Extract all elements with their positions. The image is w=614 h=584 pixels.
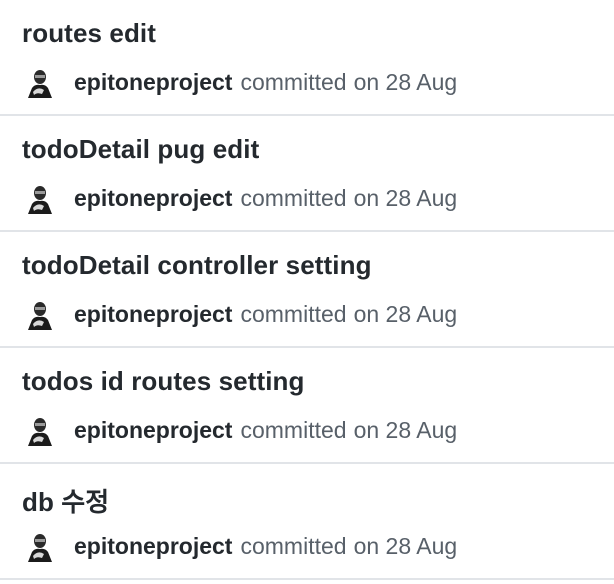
committed-label: committed (240, 68, 347, 95)
user-avatar-icon[interactable] (24, 414, 56, 446)
commit-date: on 28 Aug (353, 300, 458, 327)
commit-author-link[interactable]: epitoneproject (74, 301, 232, 328)
commit-date: on 28 Aug (353, 68, 458, 95)
commit-author-link[interactable]: epitoneproject (74, 533, 232, 560)
commit-author-link[interactable]: epitoneproject (74, 69, 232, 96)
commit-meta: epitoneproject committed on 28 Aug (24, 180, 457, 216)
commit-meta: epitoneproject committed on 28 Aug (24, 412, 457, 448)
user-avatar-icon[interactable] (24, 530, 56, 562)
committed-label: committed (240, 532, 347, 559)
user-avatar-icon[interactable] (24, 182, 56, 214)
commit-date: on 28 Aug (353, 532, 458, 559)
commit-list: routes edit epitoneproject committed on … (0, 0, 614, 580)
committed-label: committed (240, 300, 347, 327)
commit-title-link[interactable]: todoDetail controller setting (22, 250, 372, 281)
commit-row: routes edit epitoneproject committed on … (0, 0, 614, 116)
committed-label: committed (240, 184, 347, 211)
committed-label: committed (240, 416, 347, 443)
commit-row: todos id routes setting epitoneproject c… (0, 348, 614, 464)
commit-title-link[interactable]: todos id routes setting (22, 366, 305, 397)
commit-row: todoDetail controller setting epitonepro… (0, 232, 614, 348)
user-avatar-icon[interactable] (24, 298, 56, 330)
user-avatar-icon[interactable] (24, 66, 56, 98)
commit-title-link[interactable]: db 수정 (22, 482, 109, 519)
commit-date: on 28 Aug (353, 416, 458, 443)
commit-row: todoDetail pug edit epitoneproject commi… (0, 116, 614, 232)
commit-meta: epitoneproject committed on 28 Aug (24, 528, 457, 564)
commit-title-link[interactable]: todoDetail pug edit (22, 134, 259, 165)
commit-author-link[interactable]: epitoneproject (74, 185, 232, 212)
commit-meta: epitoneproject committed on 28 Aug (24, 296, 457, 332)
commit-author-link[interactable]: epitoneproject (74, 417, 232, 444)
commit-row: db 수정 epitoneproject committed on 28 Aug (0, 464, 614, 580)
commit-title-link[interactable]: routes edit (22, 18, 156, 49)
commit-date: on 28 Aug (353, 184, 458, 211)
commit-meta: epitoneproject committed on 28 Aug (24, 64, 457, 100)
